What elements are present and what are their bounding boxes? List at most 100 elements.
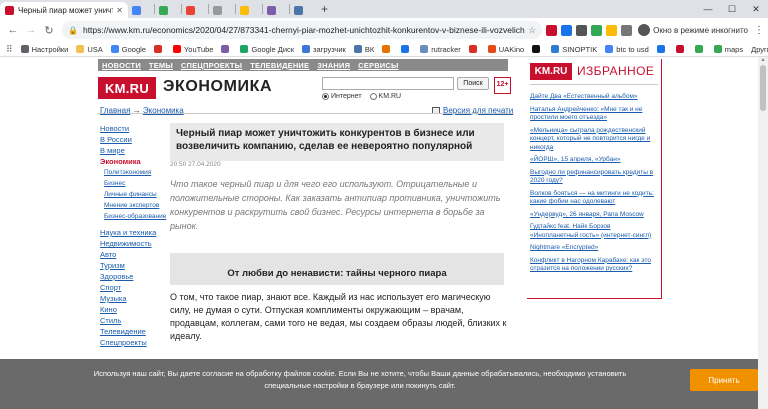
- sidebar-link[interactable]: Волков бояться — на митинги не ходить: к…: [530, 190, 660, 207]
- minimize-icon[interactable]: —: [696, 0, 720, 18]
- cookie-accept-button[interactable]: Принять: [690, 369, 758, 391]
- left-nav-item[interactable]: Недвижимость: [100, 238, 164, 249]
- bookmark-item[interactable]: [656, 45, 668, 53]
- bookmark-star-icon[interactable]: ☆: [529, 25, 537, 36]
- left-nav-item[interactable]: Кино: [100, 304, 164, 315]
- tab-favicon-icon: [294, 5, 303, 15]
- top-nav-item[interactable]: СПЕЦПРОЕКТЫ: [181, 61, 242, 70]
- maximize-icon[interactable]: ☐: [720, 0, 744, 18]
- left-nav-item[interactable]: Политэкономия: [100, 167, 164, 178]
- lock-icon[interactable]: 🔒: [68, 26, 78, 35]
- left-nav-item[interactable]: В мире: [100, 145, 164, 156]
- url-text[interactable]: https://www.km.ru/economics/2020/04/27/8…: [83, 25, 525, 35]
- incognito-indicator[interactable]: Окно в режиме инкогнито ⋮: [638, 24, 764, 36]
- bookmark-item[interactable]: ВК: [353, 45, 374, 54]
- left-nav-item[interactable]: В России: [100, 134, 164, 145]
- tab-3[interactable]: [182, 2, 208, 18]
- left-nav-item[interactable]: Стиль: [100, 315, 164, 326]
- site-logo[interactable]: KM.RU: [98, 77, 156, 99]
- top-nav-item[interactable]: НОВОСТИ: [102, 61, 141, 70]
- extension-icon[interactable]: [576, 24, 588, 36]
- menu-dots-icon[interactable]: ⋮: [754, 25, 764, 36]
- bookmark-item[interactable]: btc to usd: [605, 45, 649, 54]
- top-nav-item[interactable]: ЗНАНИЯ: [317, 61, 350, 70]
- bookmark-item[interactable]: Google: [110, 45, 146, 54]
- extension-icon[interactable]: [561, 24, 573, 36]
- address-bar[interactable]: 🔒 https://www.km.ru/economics/2020/04/27…: [62, 21, 543, 39]
- radio-kmru[interactable]: [369, 93, 377, 100]
- left-nav-item[interactable]: Мнение экспертов: [100, 200, 164, 211]
- bookmark-item[interactable]: [468, 45, 480, 53]
- top-nav-item[interactable]: СЕРВИСЫ: [358, 61, 398, 70]
- sidebar-link[interactable]: Наталья Андрейченко: «Мне так и не прост…: [530, 106, 660, 123]
- bookmark-item[interactable]: UAKino: [487, 45, 524, 54]
- left-nav-item[interactable]: Бизнес: [100, 178, 164, 189]
- left-nav-item[interactable]: Музыка: [100, 293, 164, 304]
- close-tab-icon[interactable]: ✕: [116, 6, 123, 15]
- tab-favicon-icon: [186, 5, 195, 15]
- left-nav-item[interactable]: Наука и техника: [100, 227, 164, 238]
- bookmark-item[interactable]: [401, 45, 412, 53]
- left-nav-item[interactable]: Бизнес-образование: [100, 211, 166, 222]
- extension-icon[interactable]: [606, 24, 618, 36]
- bookmark-item[interactable]: [382, 45, 393, 53]
- scrollbar-thumb[interactable]: [760, 65, 766, 111]
- sidebar-logo[interactable]: KM.RU: [530, 63, 572, 80]
- sidebar-link[interactable]: Выгодно ли рефинансировать кредиты в 202…: [530, 169, 660, 186]
- back-icon[interactable]: ←: [4, 24, 22, 36]
- tab-4[interactable]: [209, 2, 235, 18]
- bookmark-item[interactable]: YouTube: [172, 45, 213, 54]
- tab-1[interactable]: [128, 2, 154, 18]
- bookmark-item[interactable]: [221, 45, 232, 53]
- sidebar-title: ИЗБРАННОЕ: [577, 64, 655, 78]
- sidebar-link[interactable]: Nightmare «Encrypted»: [530, 244, 660, 253]
- bookmark-item[interactable]: загрузчик: [302, 45, 346, 54]
- left-nav-item[interactable]: Новости: [100, 123, 164, 134]
- puzzle-icon[interactable]: [621, 24, 633, 36]
- bookmark-item[interactable]: [694, 45, 706, 53]
- ext-icon: [401, 45, 410, 53]
- left-nav-item[interactable]: Спецпроекты: [100, 337, 164, 348]
- left-nav-item[interactable]: Спорт: [100, 282, 164, 293]
- left-nav-item[interactable]: Авто: [100, 249, 164, 260]
- bookmark-item[interactable]: maps: [713, 45, 743, 54]
- bookmark-item[interactable]: [532, 45, 543, 53]
- bookmark-item[interactable]: USA: [76, 45, 103, 54]
- left-nav-item[interactable]: Экономика: [100, 156, 164, 167]
- top-nav-item[interactable]: ТЕМЫ: [149, 61, 173, 70]
- close-window-icon[interactable]: ✕: [744, 0, 768, 18]
- tab-5[interactable]: [236, 2, 262, 18]
- bookmark-item[interactable]: Настройки: [20, 45, 68, 54]
- left-nav-item[interactable]: Личные финансы: [100, 189, 164, 200]
- bookmark-item[interactable]: Google Диск: [240, 45, 294, 54]
- radio-internet[interactable]: [322, 93, 329, 100]
- tab-active[interactable]: Черный пиар может уничтож ✕: [0, 2, 128, 18]
- extension-icon[interactable]: [591, 24, 603, 36]
- top-nav-item[interactable]: ТЕЛЕВИДЕНИЕ: [250, 61, 309, 70]
- bookmark-item[interactable]: SINOPTIK: [551, 45, 597, 54]
- other-bookmarks[interactable]: Другие закладки: [751, 45, 768, 54]
- bookmark-item[interactable]: [675, 45, 687, 53]
- site-search-button[interactable]: Поиск: [457, 77, 489, 90]
- tab-2[interactable]: [155, 2, 181, 18]
- tab-6[interactable]: [263, 2, 289, 18]
- left-nav-item[interactable]: Здоровье: [100, 271, 164, 282]
- scroll-up-icon[interactable]: ▲: [758, 57, 768, 63]
- left-nav-item[interactable]: Туризм: [100, 260, 164, 271]
- reload-icon[interactable]: ↻: [40, 24, 58, 37]
- sidebar-link[interactable]: Дайте Два «Естественный альбом»: [530, 93, 660, 102]
- tab-7[interactable]: [290, 2, 316, 18]
- forward-icon[interactable]: →: [22, 24, 40, 36]
- bookmark-item[interactable]: rutracker: [420, 45, 461, 54]
- new-tab-button[interactable]: +: [316, 2, 333, 18]
- extension-icon[interactable]: [546, 24, 558, 36]
- sidebar-link[interactable]: Гудтайкс feat. Найк Борзов «Инопланетный…: [530, 223, 660, 240]
- left-nav-item[interactable]: Телевидение: [100, 326, 164, 337]
- sidebar-link[interactable]: «ЙОРШ», 15 апреля, «Урбан»: [530, 156, 660, 165]
- sidebar-link[interactable]: Конфликт в Нагорном Карабахе: как это от…: [530, 257, 660, 274]
- sidebar-link[interactable]: «Ундервуд», 26 января, Рапа Moscow: [530, 211, 660, 220]
- apps-icon[interactable]: ⠿: [6, 44, 13, 55]
- site-search-input[interactable]: [322, 77, 454, 90]
- sidebar-link[interactable]: «Мельница» сыграла рождественский концер…: [530, 127, 660, 153]
- bookmark-item[interactable]: [153, 45, 165, 53]
